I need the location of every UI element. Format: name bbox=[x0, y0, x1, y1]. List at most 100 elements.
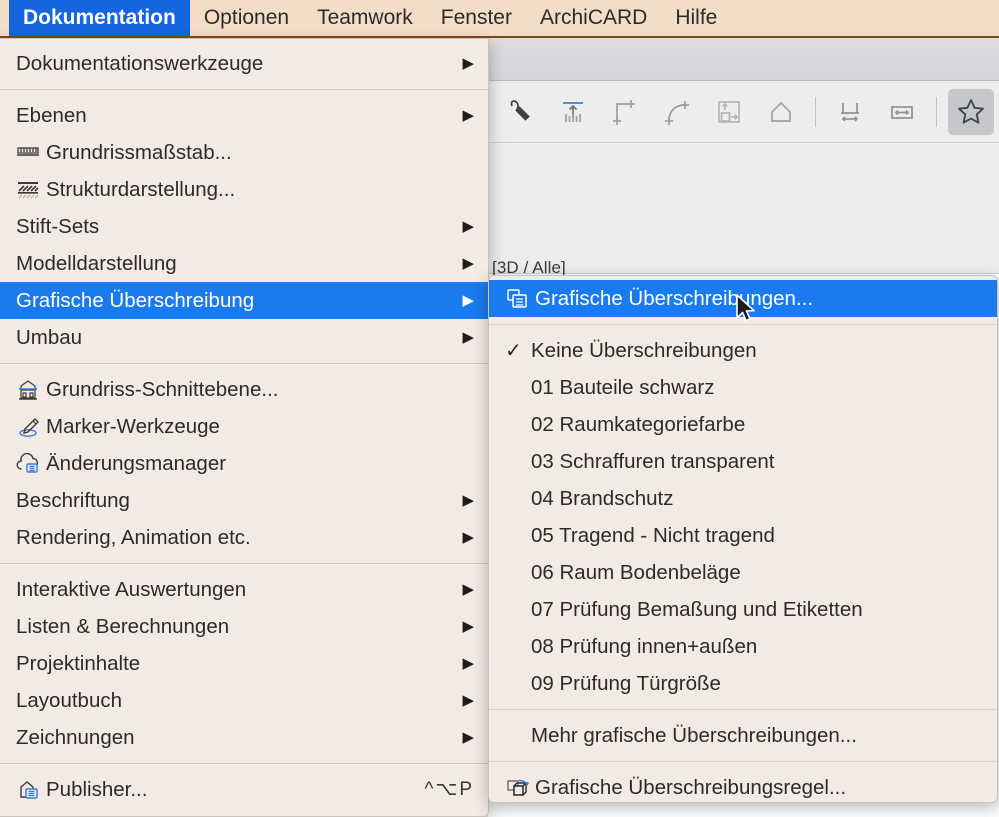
submenu-item-06-raum-bodenbelaege[interactable]: 06 Raum Bodenbeläge bbox=[489, 554, 997, 591]
menubar-item-hilfe[interactable]: Hilfe bbox=[661, 0, 731, 36]
submenu-item-label: Grafische Überschreibungen... bbox=[535, 286, 814, 310]
dokumentation-dropdown-menu: Dokumentationswerkzeuge ▶ Ebenen ▶ Grund… bbox=[0, 38, 489, 817]
arc-curve-icon[interactable] bbox=[654, 89, 700, 135]
menu-item-modelldarstellung[interactable]: Modelldarstellung ▶ bbox=[0, 245, 488, 282]
menubar-item-fenster[interactable]: Fenster bbox=[427, 0, 526, 36]
menubar-item-optionen[interactable]: Optionen bbox=[190, 0, 303, 36]
chevron-right-icon: ▶ bbox=[462, 492, 474, 509]
hatch-layers-icon bbox=[16, 179, 46, 201]
submenu-separator-1 bbox=[489, 324, 997, 325]
menu-item-umbau[interactable]: Umbau ▶ bbox=[0, 319, 488, 356]
submenu-item-label: 07 Prüfung Bemaßung und Etiketten bbox=[531, 597, 863, 621]
menu-item-label: Grundriss-Schnittebene... bbox=[46, 377, 279, 401]
star-favorite-icon[interactable] bbox=[948, 88, 994, 135]
menu-item-projektinhalte[interactable]: Projektinhalte ▶ bbox=[0, 645, 488, 682]
submenu-separator-3 bbox=[489, 761, 997, 762]
menu-item-shortcut: ^⌥P bbox=[424, 779, 474, 800]
chevron-right-icon: ▶ bbox=[462, 529, 474, 546]
submenu-item-04-brandschutz[interactable]: 04 Brandschutz bbox=[489, 480, 997, 517]
menu-item-stift-sets[interactable]: Stift-Sets ▶ bbox=[0, 208, 488, 245]
chevron-right-icon: ▶ bbox=[462, 55, 474, 72]
toolbar-separator bbox=[815, 96, 816, 127]
menu-item-label: Modelldarstellung bbox=[16, 251, 177, 275]
chevron-right-icon: ▶ bbox=[462, 107, 474, 124]
submenu-separator-2 bbox=[489, 709, 997, 710]
ruler-icon bbox=[16, 143, 46, 163]
menu-item-label: Grundrissmaßstab... bbox=[46, 140, 232, 164]
menu-item-label: Änderungsmanager bbox=[46, 451, 227, 475]
menu-item-grundriss-schnittebene[interactable]: Grundriss-Schnittebene... bbox=[0, 371, 488, 408]
chevron-right-icon: ▶ bbox=[462, 581, 474, 598]
tool-options-bar bbox=[488, 81, 999, 143]
offset-box-icon[interactable] bbox=[706, 89, 752, 135]
menu-item-ebenen[interactable]: Ebenen ▶ bbox=[0, 97, 488, 134]
menu-item-grundrissmassstab[interactable]: Grundrissmaßstab... bbox=[0, 134, 488, 171]
menu-bar: Dokumentation Optionen Teamwork Fenster … bbox=[0, 0, 999, 38]
menu-item-label: Marker-Werkzeuge bbox=[46, 414, 220, 438]
menu-item-label: Interaktive Auswertungen bbox=[16, 577, 247, 601]
menu-item-strukturdarstellung[interactable]: Strukturdarstellung... bbox=[0, 171, 488, 208]
submenu-item-05-tragend-nicht-tragend[interactable]: 05 Tragend - Nicht tragend bbox=[489, 517, 997, 554]
toolbar-separator-2 bbox=[936, 96, 937, 127]
chevron-right-icon: ▶ bbox=[462, 292, 474, 309]
chevron-right-icon: ▶ bbox=[462, 329, 474, 346]
menu-item-interaktive-auswertungen[interactable]: Interaktive Auswertungen ▶ bbox=[0, 571, 488, 608]
menu-item-layoutbuch[interactable]: Layoutbuch ▶ bbox=[0, 682, 488, 719]
menu-item-marker-werkzeuge[interactable]: Marker-Werkzeuge bbox=[0, 408, 488, 445]
cloud-list-icon bbox=[16, 451, 46, 477]
submenu-item-09-pruefung-tuergroesse[interactable]: 09 Prüfung Türgröße bbox=[489, 665, 997, 702]
menu-item-label: Beschriftung bbox=[16, 488, 130, 512]
menu-separator-1 bbox=[0, 89, 488, 90]
magic-wand-icon[interactable] bbox=[498, 89, 544, 135]
menu-item-beschriftung[interactable]: Beschriftung ▶ bbox=[0, 482, 488, 519]
submenu-item-label: Mehr grafische Überschreibungen... bbox=[531, 723, 857, 747]
vertical-distance-icon[interactable] bbox=[827, 89, 873, 135]
submenu-item-02-raumkategoriefarbe[interactable]: 02 Raumkategoriefarbe bbox=[489, 406, 997, 443]
submenu-item-label: 08 Prüfung innen+außen bbox=[531, 634, 758, 658]
submenu-item-08-pruefung-innen-aussen[interactable]: 08 Prüfung innen+außen bbox=[489, 628, 997, 665]
column-chart-icon[interactable] bbox=[550, 89, 596, 135]
menu-item-label: Publisher... bbox=[46, 777, 148, 801]
menu-item-publisher[interactable]: Publisher... ^⌥P bbox=[0, 771, 488, 808]
menu-item-label: Grafische Überschreibung bbox=[16, 288, 255, 312]
submenu-item-07-pruefung-bemassung-und-etiketten[interactable]: 07 Prüfung Bemaßung und Etiketten bbox=[489, 591, 997, 628]
submenu-item-label: Keine Überschreibungen bbox=[531, 338, 757, 362]
horizontal-distance-icon[interactable] bbox=[879, 89, 925, 135]
corner-polyline-icon[interactable] bbox=[602, 89, 648, 135]
publisher-icon bbox=[16, 777, 46, 803]
home-pentagon-icon[interactable] bbox=[758, 89, 804, 135]
grafische-ueberschreibung-submenu: Grafische Überschreibungen... ✓ Keine Üb… bbox=[488, 275, 998, 803]
submenu-item-label: Grafische Überschreibungsregel... bbox=[535, 775, 847, 799]
submenu-item-label: 05 Tragend - Nicht tragend bbox=[531, 523, 775, 547]
submenu-item-keine-ueberschreibungen[interactable]: ✓ Keine Überschreibungen bbox=[489, 332, 997, 369]
menubar-item-dokumentation[interactable]: Dokumentation bbox=[9, 0, 190, 36]
menu-item-aenderungsmanager[interactable]: Änderungsmanager bbox=[0, 445, 488, 482]
submenu-item-label: 04 Brandschutz bbox=[531, 486, 674, 510]
menu-item-label: Rendering, Animation etc. bbox=[16, 525, 251, 549]
submenu-item-grafische-ueberschreibungen[interactable]: Grafische Überschreibungen... bbox=[489, 280, 997, 317]
menu-item-label: Strukturdarstellung... bbox=[46, 177, 236, 201]
menu-item-dokumentationswerkzeuge[interactable]: Dokumentationswerkzeuge ▶ bbox=[0, 45, 488, 82]
chevron-right-icon: ▶ bbox=[462, 255, 474, 272]
submenu-item-grafische-ueberschreibungsregel[interactable]: Grafische Überschreibungsregel... bbox=[489, 769, 997, 806]
overrides-icon bbox=[505, 287, 535, 311]
menu-item-grafische-ueberschreibung[interactable]: Grafische Überschreibung ▶ bbox=[0, 282, 488, 319]
submenu-item-label: 01 Bauteile schwarz bbox=[531, 375, 715, 399]
building-section-icon bbox=[16, 377, 46, 403]
menubar-item-teamwork[interactable]: Teamwork bbox=[303, 0, 427, 36]
menu-separator-2 bbox=[0, 363, 488, 364]
menu-item-listen-berechnungen[interactable]: Listen & Berechnungen ▶ bbox=[0, 608, 488, 645]
menu-item-label: Listen & Berechnungen bbox=[16, 614, 230, 638]
menu-item-rendering-animation[interactable]: Rendering, Animation etc. ▶ bbox=[0, 519, 488, 556]
menu-item-label: Umbau bbox=[16, 325, 83, 349]
submenu-item-01-bauteile-schwarz[interactable]: 01 Bauteile schwarz bbox=[489, 369, 997, 406]
checkmark-icon: ✓ bbox=[505, 339, 522, 362]
menubar-item-archicard[interactable]: ArchiCARD bbox=[526, 0, 661, 36]
submenu-item-mehr-grafische-ueberschreibungen[interactable]: Mehr grafische Überschreibungen... bbox=[489, 717, 997, 754]
submenu-item-03-schraffuren-transparent[interactable]: 03 Schraffuren transparent bbox=[489, 443, 997, 480]
menu-separator-4 bbox=[0, 763, 488, 764]
submenu-item-label: 02 Raumkategoriefarbe bbox=[531, 412, 746, 436]
screen: [3D / Alle] Dokumentation Optionen Teamw… bbox=[0, 0, 999, 817]
chevron-right-icon: ▶ bbox=[462, 618, 474, 635]
menu-item-zeichnungen[interactable]: Zeichnungen ▶ bbox=[0, 719, 488, 756]
